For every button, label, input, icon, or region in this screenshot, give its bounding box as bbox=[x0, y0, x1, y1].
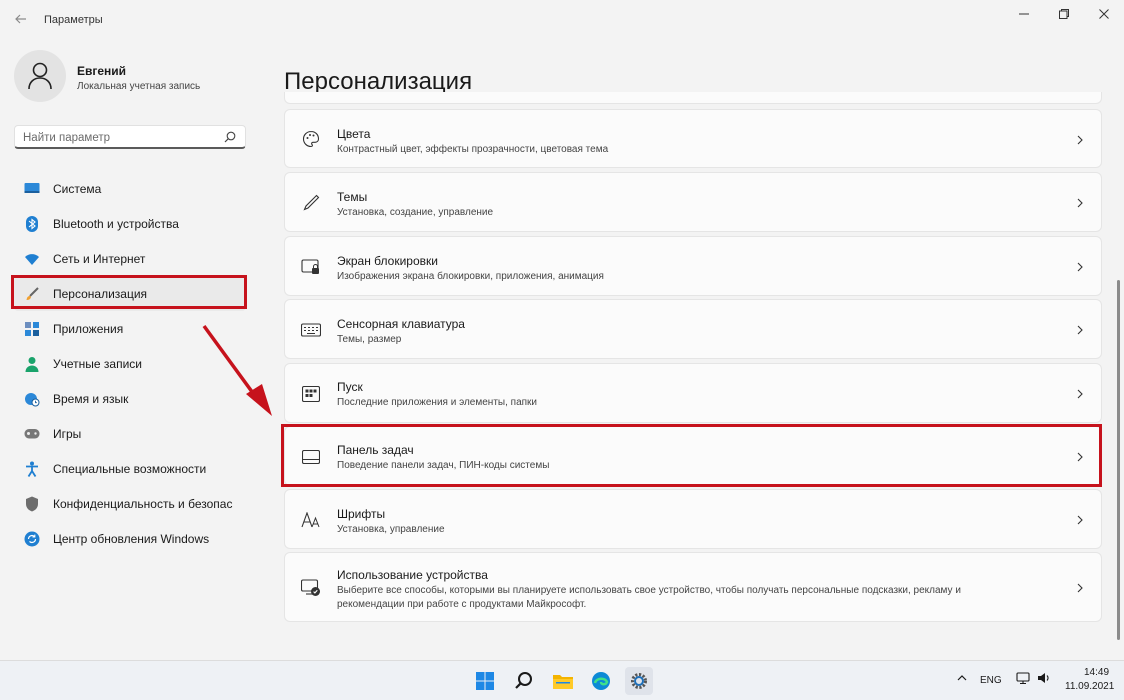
sidebar-item-label: Сеть и Интернет bbox=[53, 251, 146, 266]
card-title: Сенсорная клавиатура bbox=[337, 317, 465, 331]
scrollbar[interactable] bbox=[1117, 280, 1120, 640]
sidebar-item-label: Конфиденциальность и безопасность bbox=[53, 496, 233, 511]
card-device-usage[interactable]: Использование устройства Выберите все сп… bbox=[284, 552, 1102, 622]
highlight-box-sidebar bbox=[11, 275, 247, 309]
card-subtitle: Установка, управление bbox=[337, 524, 445, 535]
card-title: Использование устройства bbox=[337, 568, 488, 582]
user-name: Евгений bbox=[77, 64, 127, 78]
sidebar-item-label: Система bbox=[53, 181, 102, 196]
sidebar-item-label: Bluetooth и устройства bbox=[53, 216, 179, 231]
card-title: Экран блокировки bbox=[337, 254, 438, 268]
chevron-right-icon bbox=[1077, 135, 1083, 145]
settings-icon[interactable] bbox=[625, 667, 653, 695]
card-title: Цвета bbox=[337, 127, 371, 141]
card-colors[interactable]: Цвета Контрастный цвет, эффекты прозрачн… bbox=[284, 109, 1102, 168]
title-bar: Параметры bbox=[0, 0, 1124, 40]
card-themes[interactable]: Темы Установка, создание, управление bbox=[284, 172, 1102, 232]
bluetooth-icon bbox=[24, 215, 40, 232]
edge-icon[interactable] bbox=[587, 667, 615, 695]
annotation-arrow bbox=[202, 324, 272, 416]
search-input[interactable] bbox=[21, 128, 220, 148]
sidebar-item-system[interactable]: Система bbox=[14, 171, 246, 206]
card-lock-screen[interactable]: Экран блокировки Изображения экрана блок… bbox=[284, 236, 1102, 296]
restore-icon[interactable] bbox=[1049, 6, 1079, 26]
lock-screen-icon bbox=[301, 257, 321, 277]
window-title: Параметры bbox=[44, 14, 103, 26]
file-explorer-icon[interactable] bbox=[549, 667, 577, 695]
wifi-icon bbox=[24, 251, 40, 267]
search-icon[interactable] bbox=[510, 667, 538, 695]
user-profile[interactable]: Евгений Локальная учетная запись bbox=[14, 50, 264, 106]
start-menu-icon bbox=[301, 384, 321, 404]
sidebar-item-network[interactable]: Сеть и Интернет bbox=[14, 241, 246, 276]
card-subtitle: Установка, создание, управление bbox=[337, 207, 494, 218]
accessibility-icon bbox=[24, 461, 40, 477]
windows-taskbar: ENG 14:49 11.09.2021 bbox=[0, 660, 1124, 700]
windows-start-icon[interactable] bbox=[471, 667, 499, 695]
chevron-up-icon[interactable] bbox=[956, 672, 968, 687]
sidebar-item-label: Специальные возможности bbox=[53, 461, 207, 476]
card-subtitle: Темы, размер bbox=[337, 334, 402, 345]
card-subtitle: Выберите все способы, которыми вы планир… bbox=[337, 585, 961, 610]
card-start[interactable]: Пуск Последние приложения и элементы, па… bbox=[284, 363, 1102, 423]
arrow-left-icon[interactable] bbox=[12, 12, 30, 30]
sidebar-item-accessibility[interactable]: Специальные возможности bbox=[14, 451, 246, 486]
card-title: Шрифты bbox=[337, 507, 386, 521]
chevron-right-icon bbox=[1077, 515, 1083, 525]
close-icon[interactable] bbox=[1089, 6, 1119, 26]
clock-time[interactable]: 14:49 bbox=[1084, 667, 1109, 678]
search-box[interactable] bbox=[14, 125, 246, 149]
minimize-icon[interactable] bbox=[1009, 6, 1039, 26]
volume-icon[interactable] bbox=[1037, 671, 1051, 688]
globe-clock-icon bbox=[24, 391, 40, 407]
avatar bbox=[14, 50, 66, 102]
sidebar-item-privacy[interactable]: Конфиденциальность и безопасность bbox=[14, 486, 246, 521]
chevron-right-icon bbox=[1077, 198, 1083, 208]
card-subtitle: Изображения экрана блокировки, приложени… bbox=[337, 271, 604, 282]
highlight-box-card bbox=[281, 424, 1102, 487]
person-icon bbox=[24, 356, 40, 372]
clock-date[interactable]: 11.09.2021 bbox=[1065, 681, 1114, 692]
shield-icon bbox=[24, 496, 40, 512]
chevron-right-icon bbox=[1077, 583, 1083, 593]
language-indicator[interactable]: ENG bbox=[980, 675, 1002, 686]
update-icon bbox=[24, 531, 40, 547]
search-icon[interactable] bbox=[223, 130, 237, 144]
card-title: Темы bbox=[337, 190, 368, 204]
chevron-right-icon bbox=[1077, 389, 1083, 399]
keyboard-icon bbox=[301, 320, 321, 340]
gamepad-icon bbox=[24, 426, 40, 442]
chevron-right-icon bbox=[1077, 325, 1083, 335]
apps-icon bbox=[24, 321, 40, 337]
sidebar-item-bluetooth[interactable]: Bluetooth и устройства bbox=[14, 206, 246, 241]
palette-icon bbox=[301, 129, 321, 149]
card-subtitle: Контрастный цвет, эффекты прозрачности, … bbox=[337, 144, 609, 155]
sidebar-item-windows-update[interactable]: Центр обновления Windows bbox=[14, 521, 246, 556]
sidebar-item-label: Игры bbox=[53, 426, 82, 441]
account-type: Локальная учетная запись bbox=[77, 81, 201, 92]
device-usage-icon bbox=[301, 578, 321, 598]
network-icon[interactable] bbox=[1016, 671, 1030, 688]
chevron-right-icon bbox=[1077, 262, 1083, 272]
pen-icon bbox=[301, 193, 321, 213]
sidebar-item-label: Центр обновления Windows bbox=[53, 531, 210, 546]
card-fonts[interactable]: Шрифты Установка, управление bbox=[284, 489, 1102, 549]
monitor-icon bbox=[24, 181, 40, 197]
card-partial bbox=[284, 92, 1102, 104]
card-subtitle: Последние приложения и элементы, папки bbox=[337, 397, 537, 408]
font-icon bbox=[301, 510, 321, 530]
card-touch-keyboard[interactable]: Сенсорная клавиатура Темы, размер bbox=[284, 299, 1102, 359]
card-title: Пуск bbox=[337, 380, 363, 394]
